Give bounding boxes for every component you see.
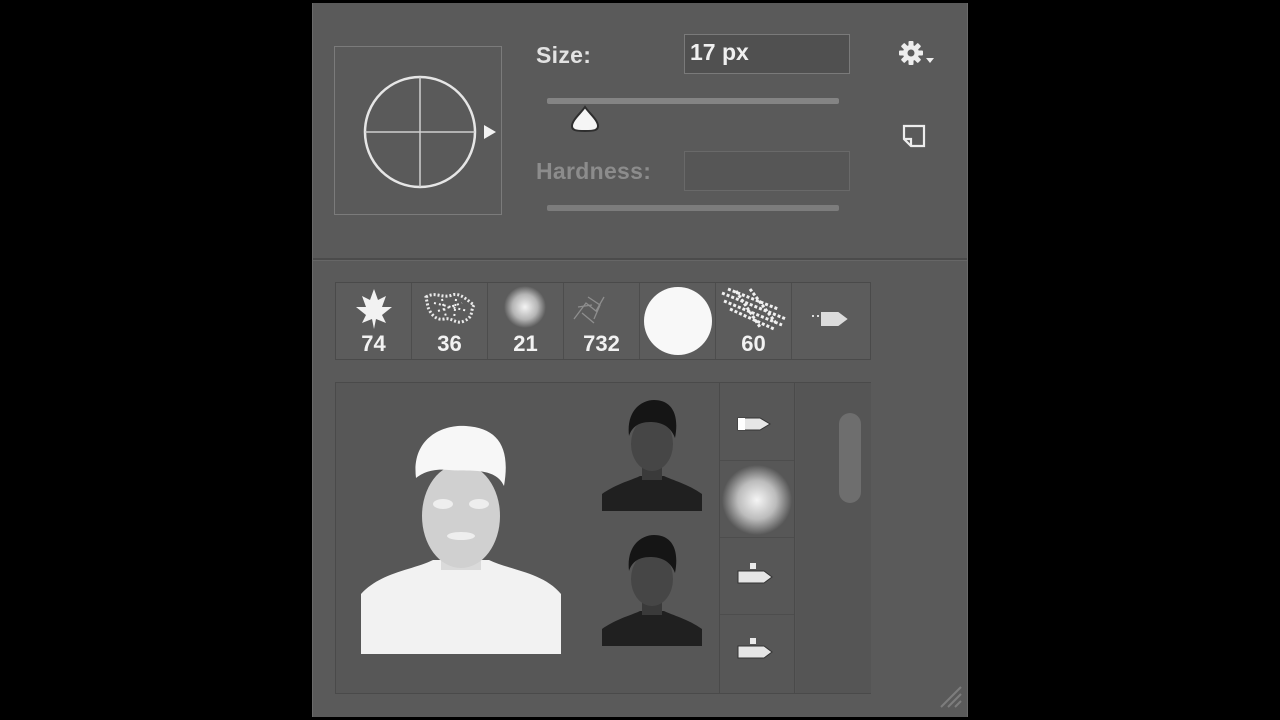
brush-tip-icon	[737, 563, 773, 584]
brush-tip-icon	[737, 417, 771, 431]
recent-brush-scatter-1[interactable]: 36	[412, 283, 488, 359]
hardness-field[interactable]	[684, 151, 850, 191]
crosshair-circle-icon	[363, 75, 477, 189]
size-slider-thumb[interactable]	[569, 105, 601, 133]
brush-tip-icon	[812, 312, 848, 326]
size-field[interactable]: 17 px	[684, 34, 850, 74]
gear-icon[interactable]	[897, 37, 939, 69]
brush-size-label: 36	[437, 331, 462, 356]
portrait-thumbnail[interactable]	[602, 531, 702, 646]
recent-brushes-strip: 74 36 21 732 60	[335, 282, 871, 360]
preset-brush-tip[interactable]	[720, 614, 794, 691]
size-slider-track[interactable]	[547, 98, 839, 104]
soft-round-brush-icon	[504, 286, 546, 328]
hardness-label: Hardness:	[536, 158, 652, 184]
brush-tip-icon	[737, 638, 773, 659]
section-divider	[313, 258, 967, 261]
brush-size-label: 60	[741, 331, 766, 356]
sketch-brush-icon	[573, 296, 605, 324]
recent-brush-tip[interactable]	[792, 283, 870, 359]
brush-size-label: 21	[513, 331, 538, 356]
scatter-brush-icon	[424, 292, 477, 324]
brush-tip-preview[interactable]	[334, 46, 502, 215]
preset-brush-tip[interactable]	[720, 537, 794, 615]
brush-tip-column	[719, 383, 795, 693]
preset-brush-tip[interactable]	[720, 383, 794, 461]
size-label: Size:	[536, 42, 592, 68]
portrait-thumbnail[interactable]	[602, 396, 702, 511]
brush-size-label: 732	[583, 331, 620, 356]
brush-preset-grid	[335, 382, 871, 694]
leaf-brush-icon	[356, 289, 392, 329]
brush-preset-picker-panel: Size: 17 px Hardness: 74 36 21 732 60	[312, 3, 968, 717]
brush-size-label: 74	[361, 331, 386, 356]
hardness-slider-track[interactable]	[547, 205, 839, 211]
recent-brush-hard-round[interactable]	[640, 283, 716, 359]
triangle-right-icon	[484, 125, 496, 139]
preset-soft-round[interactable]	[720, 460, 794, 538]
recent-brush-sketch[interactable]: 732	[564, 283, 640, 359]
resize-grip-icon[interactable]	[937, 683, 965, 711]
recent-brush-scatter-2[interactable]: 60	[716, 283, 792, 359]
hard-round-brush-icon	[644, 287, 712, 355]
portrait-thumbnail-inverted[interactable]	[361, 424, 561, 654]
chevron-down-icon	[926, 58, 934, 63]
recent-brush-soft-round[interactable]: 21	[488, 283, 564, 359]
scrollbar-thumb[interactable]	[839, 413, 861, 503]
recent-brush-leaf[interactable]: 74	[336, 283, 412, 359]
scatter-brush-icon	[721, 287, 787, 331]
soft-round-brush-icon	[722, 465, 792, 535]
new-preset-icon[interactable]	[900, 122, 930, 152]
